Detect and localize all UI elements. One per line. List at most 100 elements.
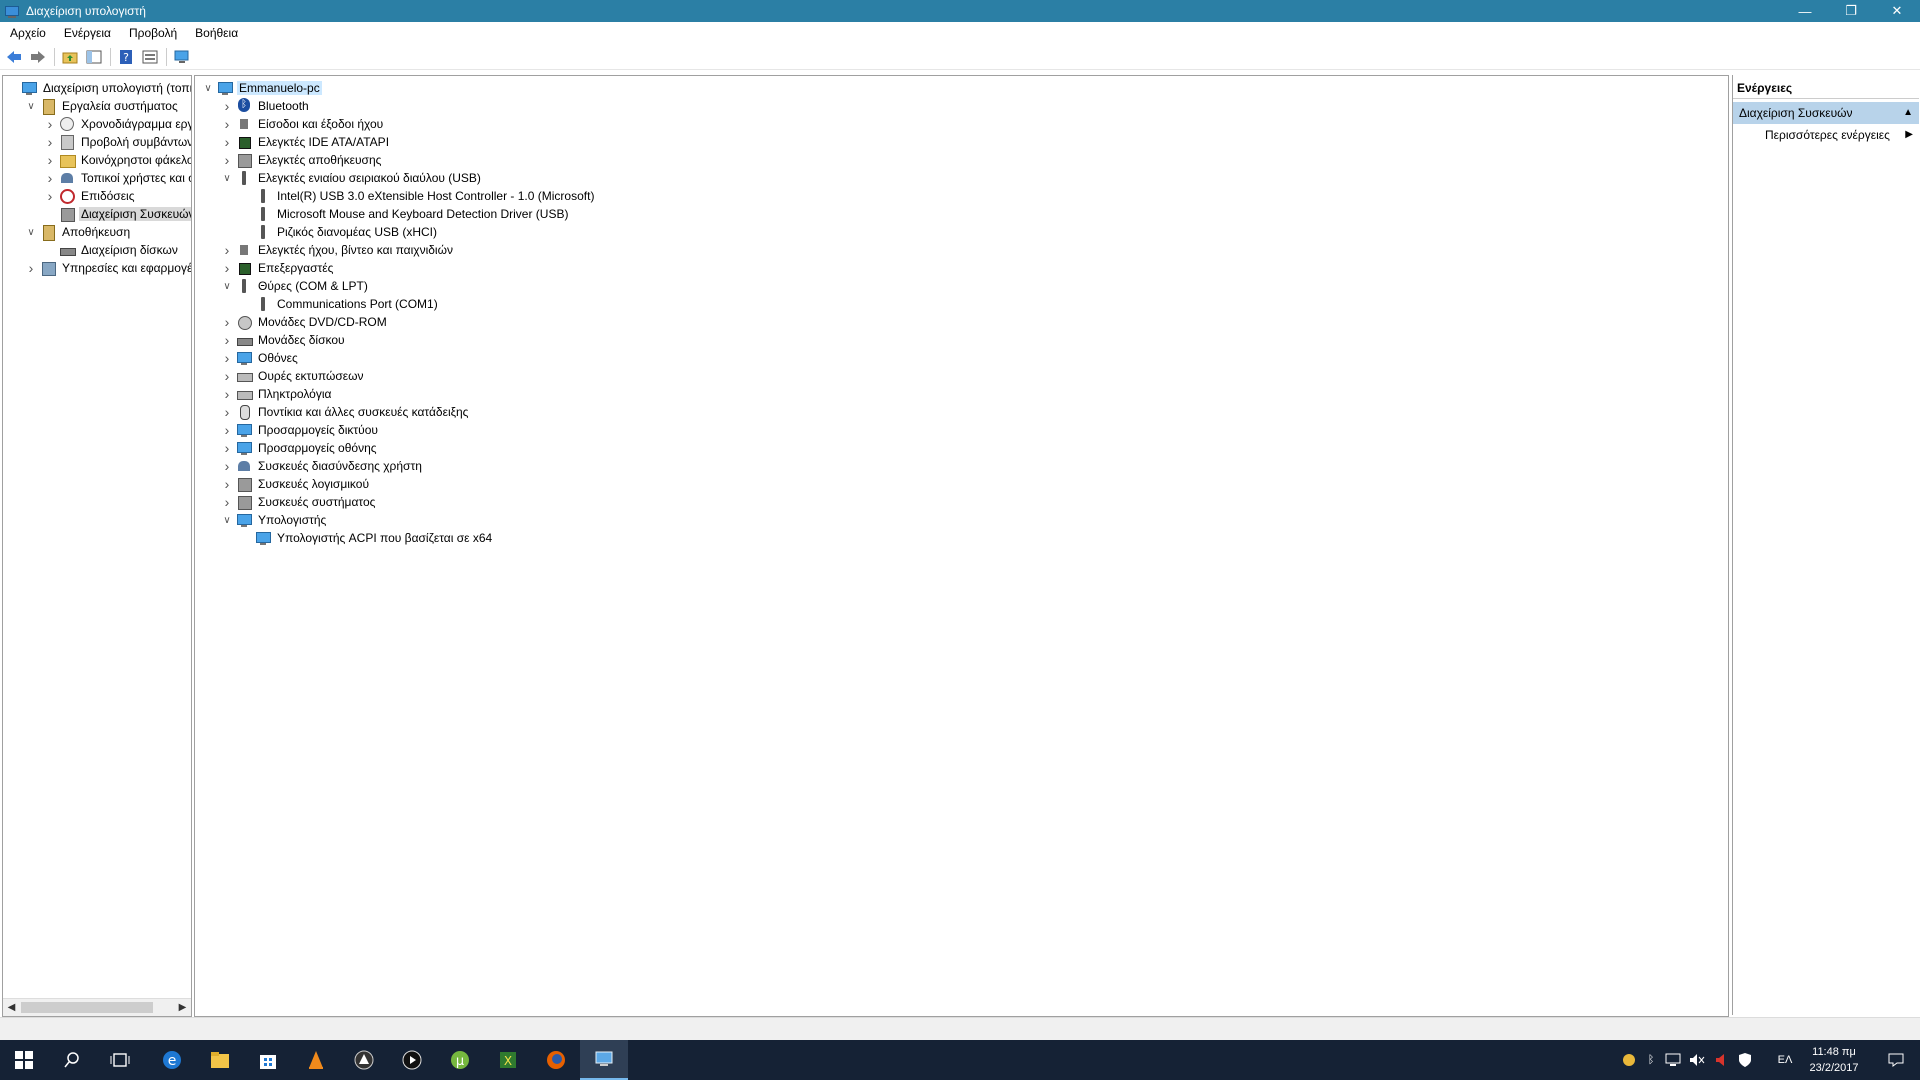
console-tree-item[interactable]: Διαχείριση υπολογιστή (τοπικός) (5, 79, 191, 97)
chevron-down-icon[interactable]: ∨ (24, 225, 38, 239)
device-tree-item[interactable]: › Ουρές εκτυπώσεων (220, 367, 365, 385)
device-tree-item[interactable]: ∨ Υπολογιστής (220, 511, 328, 529)
device-tree-item[interactable]: Communications Port (COM1) (239, 295, 440, 313)
properties-icon[interactable] (140, 47, 160, 67)
volume-muted-icon[interactable] (1686, 1040, 1708, 1080)
device-tree-item[interactable]: ∨ Θύρες (COM & LPT) (220, 277, 370, 295)
computer-management-app-icon[interactable] (580, 1040, 628, 1080)
action-center-icon[interactable] (1872, 1040, 1920, 1080)
device-tree-item[interactable]: › Είσοδοι και έξοδοι ήχου (220, 115, 385, 133)
horizontal-scrollbar[interactable]: ◀ ▶ (3, 998, 191, 1016)
chevron-right-icon[interactable]: › (43, 170, 57, 186)
device-tree-item[interactable]: › Bluetooth (220, 97, 311, 115)
network-tray-icon[interactable] (1662, 1040, 1684, 1080)
chevron-down-icon[interactable]: ∨ (201, 81, 215, 95)
scroll-left-icon[interactable]: ◀ (3, 999, 20, 1016)
device-tree-item[interactable]: › Ποντίκια και άλλες συσκευές κατάδειξης (220, 403, 470, 421)
chevron-right-icon[interactable]: › (220, 476, 234, 492)
chevron-down-icon[interactable]: ∨ (24, 99, 38, 113)
console-tree-item[interactable]: › Υπηρεσίες και εφαρμογές (24, 259, 191, 277)
menu-action[interactable]: Ενέργεια (54, 26, 119, 40)
security-shield-icon[interactable] (1734, 1040, 1756, 1080)
chevron-right-icon[interactable]: › (220, 386, 234, 402)
chevron-right-icon[interactable]: › (220, 368, 234, 384)
start-icon[interactable] (0, 1040, 48, 1080)
search-icon[interactable] (48, 1040, 96, 1080)
bluetooth-tray-icon[interactable]: ᛒ (1642, 1040, 1660, 1080)
edge-icon[interactable]: e (148, 1040, 196, 1080)
actions-section-device-manager[interactable]: Διαχείριση Συσκευών ▲ (1733, 102, 1919, 124)
utorrent-icon[interactable]: µ (436, 1040, 484, 1080)
chevron-right-icon[interactable]: › (43, 188, 57, 204)
chevron-right-icon[interactable]: › (220, 134, 234, 150)
console-tree-item[interactable]: › Χρονοδιάγραμμα εργασιών (43, 115, 191, 133)
xbox-icon[interactable]: X (484, 1040, 532, 1080)
device-tree-item[interactable]: Microsoft Mouse and Keyboard Detection D… (239, 205, 570, 223)
menu-file[interactable]: Αρχείο (0, 26, 54, 40)
device-tree-item[interactable]: › Ελεγκτές ήχου, βίντεο και παιχνιδιών (220, 241, 455, 259)
device-tree-item[interactable]: Ριζικός διανομέας USB (xHCI) (239, 223, 439, 241)
chevron-right-icon[interactable]: › (220, 152, 234, 168)
vlc-icon[interactable] (292, 1040, 340, 1080)
collapse-up-icon[interactable]: ▲ (1903, 102, 1913, 124)
chevron-right-icon[interactable]: › (220, 440, 234, 456)
device-tree-item[interactable]: › Συσκευές λογισμικού (220, 475, 371, 493)
inkscape-icon[interactable] (340, 1040, 388, 1080)
close-button[interactable]: ✕ (1874, 0, 1920, 22)
store-icon[interactable] (244, 1040, 292, 1080)
chevron-right-icon[interactable]: › (220, 98, 234, 114)
up-folder-icon[interactable] (60, 47, 80, 67)
device-tree-item[interactable]: › Ελεγκτές αποθήκευσης (220, 151, 383, 169)
firefox-icon[interactable] (532, 1040, 580, 1080)
device-tree-item[interactable]: › Συσκευές συστήματος (220, 493, 377, 511)
language-indicator[interactable]: ΕΛ (1772, 1040, 1798, 1080)
device-tree-item[interactable]: › Μονάδες δίσκου (220, 331, 347, 349)
device-tree-item[interactable]: › Προσαρμογείς οθόνης (220, 439, 379, 457)
menu-view[interactable]: Προβολή (119, 26, 185, 40)
media-player-icon[interactable] (388, 1040, 436, 1080)
device-tree-item[interactable]: Υπολογιστής ACPI που βασίζεται σε x64 (239, 529, 494, 547)
forward-arrow-icon[interactable] (28, 47, 48, 67)
device-tree-item[interactable]: › Μονάδες DVD/CD-ROM (220, 313, 389, 331)
chevron-right-icon[interactable]: › (220, 314, 234, 330)
speaker-red-icon[interactable] (1710, 1040, 1732, 1080)
console-tree-item[interactable]: › Κοινόχρηστοι φάκελοι (43, 151, 191, 169)
restore-button[interactable]: ❐ (1828, 0, 1874, 22)
chevron-right-icon[interactable]: › (220, 332, 234, 348)
chevron-right-icon[interactable]: › (220, 260, 234, 276)
back-arrow-icon[interactable] (4, 47, 24, 67)
scroll-right-icon[interactable]: ▶ (174, 999, 191, 1016)
console-tree-item[interactable]: ∨ Αποθήκευση (24, 223, 132, 241)
chevron-right-icon[interactable]: › (220, 242, 234, 258)
chevron-right-icon[interactable]: › (24, 260, 38, 276)
more-actions-item[interactable]: Περισσότερες ενέργειες ▶ (1733, 124, 1919, 146)
device-tree-item[interactable]: Intel(R) USB 3.0 eXtensible Host Control… (239, 187, 596, 205)
show-hide-tree-icon[interactable] (84, 47, 104, 67)
device-tree-item[interactable]: › Οθόνες (220, 349, 300, 367)
chevron-down-icon[interactable]: ∨ (220, 279, 234, 293)
device-tree-item[interactable]: › Προσαρμογείς δικτύου (220, 421, 380, 439)
chevron-right-icon[interactable]: › (43, 152, 57, 168)
minimize-button[interactable]: — (1782, 0, 1828, 22)
device-tree-item[interactable]: › Επεξεργαστές (220, 259, 335, 277)
chevron-down-icon[interactable]: ∨ (220, 513, 234, 527)
scan-hardware-icon[interactable] (172, 47, 192, 67)
chevron-right-icon[interactable]: › (220, 404, 234, 420)
chevron-right-icon[interactable]: › (220, 422, 234, 438)
console-tree-item[interactable]: Διαχείριση Συσκευών (43, 205, 191, 223)
chevron-right-icon[interactable]: › (220, 116, 234, 132)
chevron-down-icon[interactable]: ∨ (220, 171, 234, 185)
help-icon[interactable]: ? (116, 47, 136, 67)
clock[interactable]: 11:48 πμ 23/2/2017 (1802, 1044, 1866, 1076)
console-tree-item[interactable]: ∨ Εργαλεία συστήματος (24, 97, 180, 115)
notification-app-icon[interactable] (1618, 1040, 1640, 1080)
console-tree-item[interactable]: › Επιδόσεις (43, 187, 137, 205)
device-tree-item[interactable]: ∨ Ελεγκτές ενιαίου σειριακού διαύλου (USB… (220, 169, 483, 187)
console-tree-item[interactable]: › Προβολή συμβάντων (43, 133, 191, 151)
console-tree-item[interactable]: › Τοπικοί χρήστες και ομάδες (43, 169, 191, 187)
device-tree-item[interactable]: › Συσκευές διασύνδεσης χρήστη (220, 457, 424, 475)
menu-help[interactable]: Βοήθεια (185, 26, 246, 40)
chevron-right-icon[interactable]: › (220, 494, 234, 510)
task-view-icon[interactable] (96, 1040, 144, 1080)
chevron-right-icon[interactable]: › (43, 116, 57, 132)
